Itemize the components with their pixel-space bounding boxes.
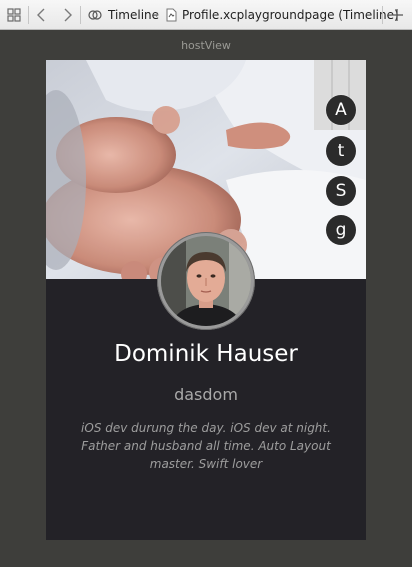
host-view-label: hostView	[181, 39, 231, 52]
timeline-assistant-icon	[86, 0, 104, 30]
github-button[interactable]: g	[326, 215, 356, 245]
stackoverflow-button[interactable]: S	[326, 176, 356, 206]
breadcrumb-timeline[interactable]: Timeline	[108, 8, 159, 22]
back-chevron-icon[interactable]	[33, 0, 49, 30]
toolbar-divider	[80, 6, 81, 24]
stackoverflow-icon: S	[335, 181, 347, 201]
avatar	[157, 232, 255, 330]
forward-chevron-icon[interactable]	[60, 0, 76, 30]
app-dot-net-button[interactable]: A	[326, 95, 356, 125]
breadcrumb-chevron-icon: ›	[155, 8, 160, 21]
playground-file-icon	[163, 0, 179, 30]
twitter-button[interactable]: t	[326, 136, 356, 166]
toolbar-divider	[28, 6, 29, 24]
avatar-photo	[161, 236, 251, 326]
profile-name: Dominik Hauser	[114, 341, 298, 367]
profile-card: A t S g Dominik Hauser dasdom iOS dev du…	[46, 60, 366, 540]
related-items-grid-icon[interactable]	[4, 0, 24, 30]
github-icon: g	[335, 220, 347, 240]
twitter-icon: t	[337, 141, 345, 161]
profile-bio: iOS dev durung the day. iOS dev at night…	[81, 421, 331, 471]
toolbar-divider	[382, 6, 383, 24]
profile-handle: dasdom	[174, 385, 238, 404]
editor-jump-bar: Timeline › Profile.xcplaygroundpage (Tim…	[0, 0, 412, 30]
app-dot-net-icon: A	[335, 100, 347, 120]
add-editor-plus-icon[interactable]	[387, 0, 407, 30]
breadcrumb-file[interactable]: Profile.xcplaygroundpage (Timeline)	[182, 8, 399, 22]
